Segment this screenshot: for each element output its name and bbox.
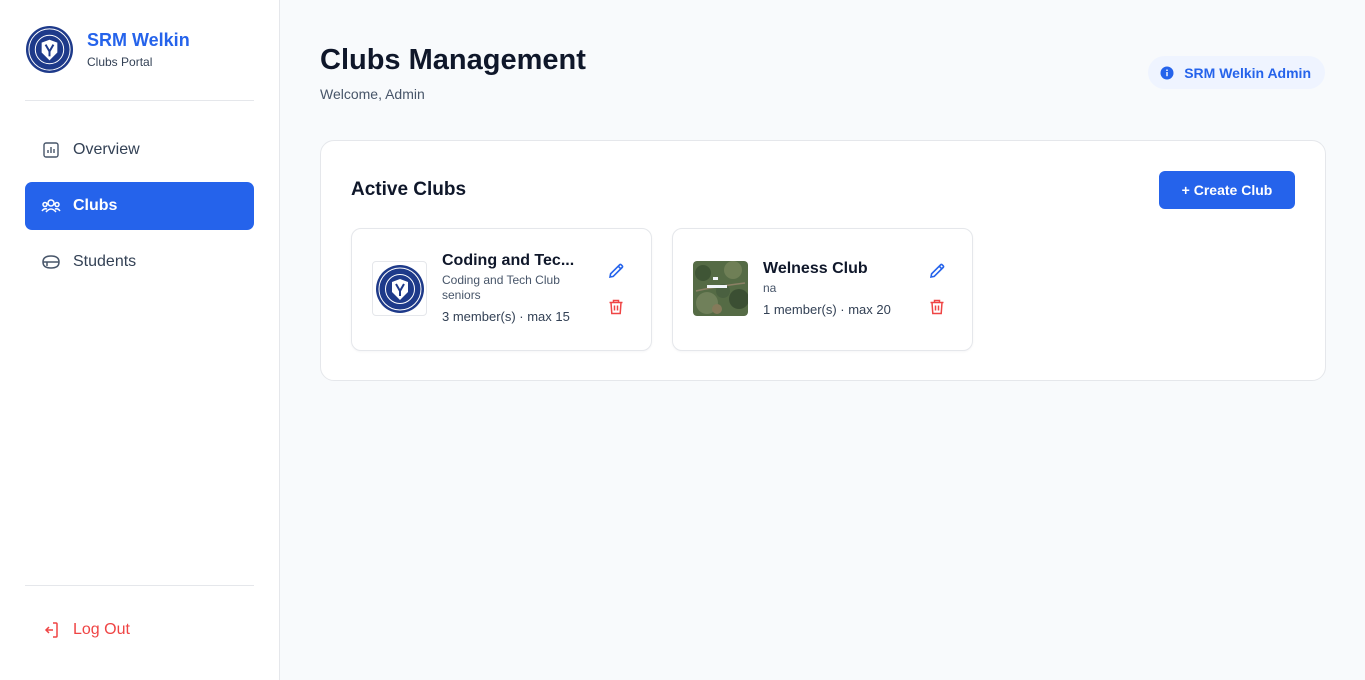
trash-icon [930, 299, 944, 315]
delete-button[interactable] [927, 297, 947, 317]
club-member-count: 1 member(s) · max 20 [763, 302, 891, 317]
sidebar-divider-top [25, 100, 254, 101]
page-title: Clubs Management [320, 44, 586, 76]
aerial-photo-icon [693, 261, 748, 316]
logout-button[interactable]: Log Out [25, 606, 254, 654]
club-description: Coding and Tech Club seniors [442, 273, 560, 302]
active-clubs-panel: Active Clubs + Create Club Coding and Te… [320, 140, 1326, 381]
admin-badge: SRM Welkin Admin [1148, 56, 1325, 89]
users-icon [41, 196, 61, 216]
sidebar-divider-bottom [25, 585, 254, 586]
bar-chart-icon [41, 140, 61, 160]
logout-icon [41, 620, 61, 640]
welcome-text: Welcome, Admin [320, 86, 425, 102]
sidebar-nav: Overview Clubs Students [25, 126, 254, 294]
pencil-icon [929, 263, 945, 279]
school-crest-logo [25, 25, 74, 74]
create-club-button[interactable]: + Create Club [1159, 171, 1295, 209]
brand-subtitle: Clubs Portal [87, 55, 153, 69]
delete-button[interactable] [606, 297, 626, 317]
club-member-count: 3 member(s) · max 15 [442, 309, 570, 324]
club-name: Coding and Tec... [442, 252, 575, 269]
trash-icon [609, 299, 623, 315]
pencil-icon [608, 263, 624, 279]
sidebar-item-label: Overview [73, 141, 140, 158]
main-content: Clubs Management Welcome, Admin SRM Welk… [280, 0, 1365, 680]
sidebar-item-overview[interactable]: Overview [25, 126, 254, 174]
club-description: na [763, 281, 777, 295]
admin-badge-label: SRM Welkin Admin [1184, 64, 1311, 81]
sidebar-item-students[interactable]: Students [25, 238, 254, 286]
sidebar-item-label: Students [73, 253, 137, 270]
club-card[interactable]: Coding and Tec... Coding and Tech Club s… [351, 228, 652, 351]
club-thumbnail [693, 261, 748, 316]
brand[interactable]: SRM Welkin Clubs Portal [25, 25, 190, 74]
panel-title: Active Clubs [351, 179, 467, 200]
school-crest-icon [375, 264, 424, 313]
club-name: Welness Club [763, 260, 868, 277]
club-card[interactable]: Welness Club na 1 member(s) · max 20 [672, 228, 973, 351]
brand-name: SRM Welkin [87, 30, 190, 50]
edit-button[interactable] [927, 261, 947, 281]
edit-button[interactable] [606, 261, 626, 281]
sidebar-item-label: Clubs [73, 197, 118, 214]
info-icon [1160, 66, 1174, 79]
sidebar: SRM Welkin Clubs Portal Overview Clubs S… [0, 0, 280, 680]
club-thumbnail [372, 261, 427, 316]
graduation-cap-icon [41, 252, 61, 272]
logout-label: Log Out [73, 621, 130, 638]
sidebar-item-clubs[interactable]: Clubs [25, 182, 254, 230]
